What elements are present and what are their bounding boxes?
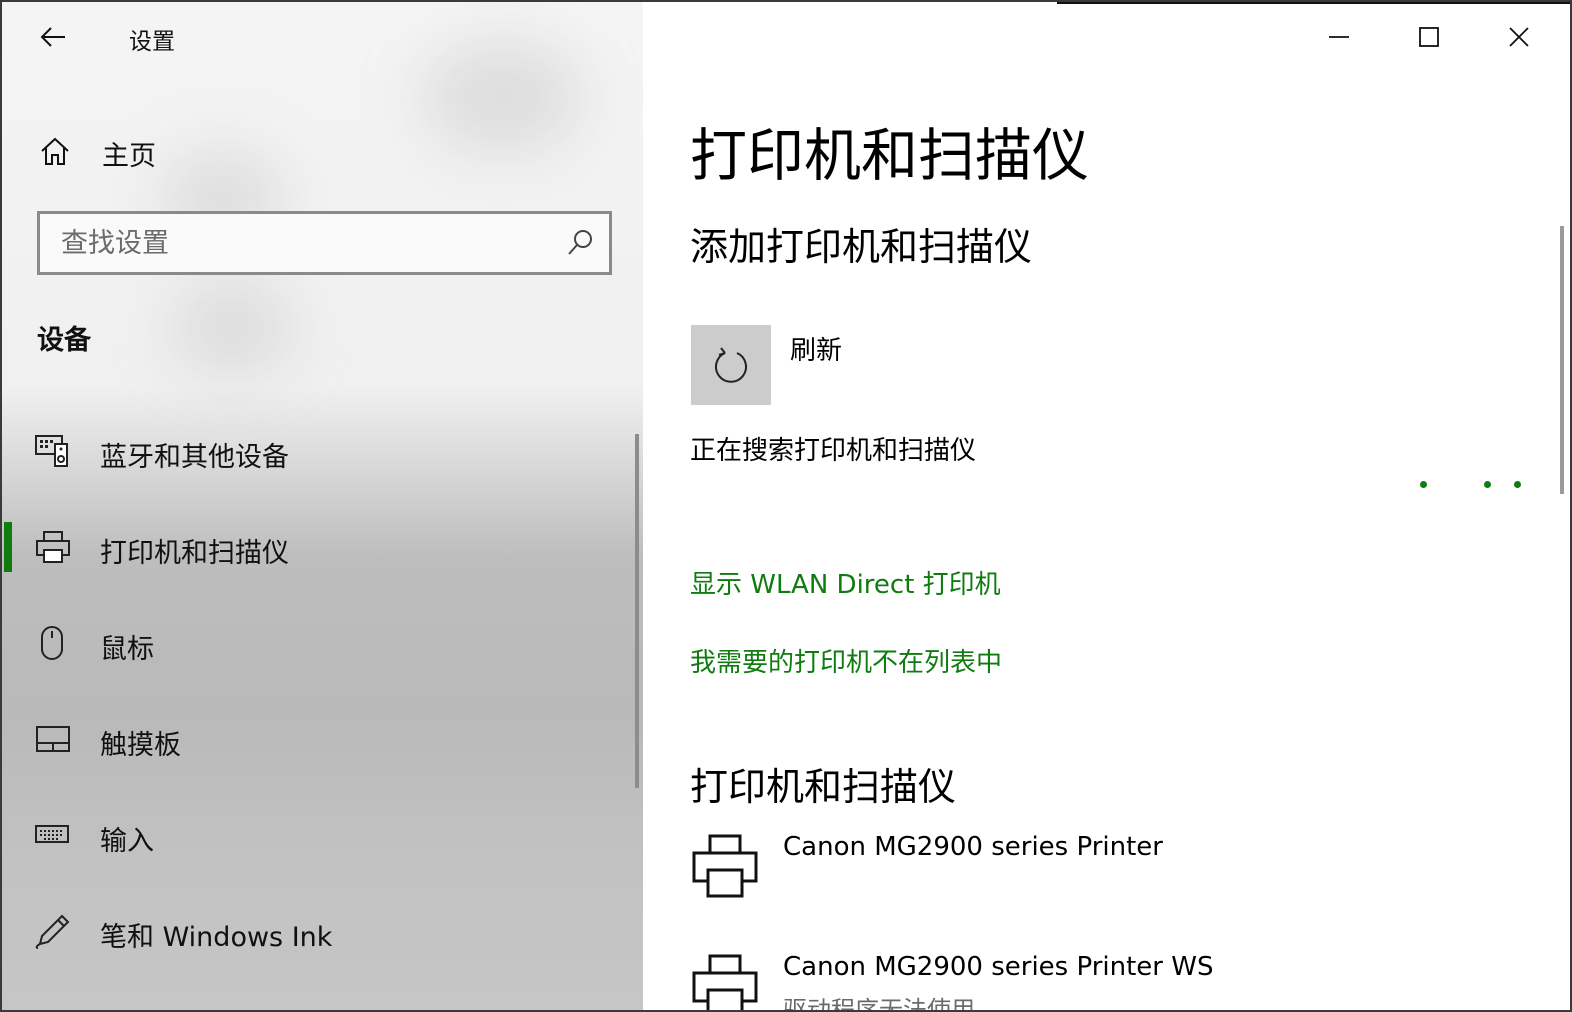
refresh-button[interactable] [691, 325, 771, 405]
printer-icon [692, 834, 758, 898]
search-icon[interactable] [565, 228, 595, 258]
printer-item[interactable]: Canon MG2900 series Printer WS 驱动程序无法使用 [690, 952, 1550, 1012]
refresh-icon [715, 347, 747, 383]
sidebar-item-label: 鼠标 [100, 634, 154, 665]
back-button[interactable] [28, 16, 78, 58]
progress-dot [1514, 481, 1521, 488]
close-icon [1509, 27, 1529, 47]
sidebar-scrollbar[interactable] [635, 434, 639, 788]
sidebar-item-printers[interactable]: 打印机和扫描仪 [2, 500, 643, 596]
minimize-button[interactable] [1294, 2, 1384, 72]
printer-icon [36, 531, 70, 563]
sidebar-item-label: 打印机和扫描仪 [100, 538, 289, 569]
app-title: 设置 [129, 29, 175, 55]
printer-item[interactable]: Canon MG2900 series Printer [690, 832, 1550, 932]
sidebar-item-label: 笔和 Windows Ink [100, 922, 333, 953]
page-title: 打印机和扫描仪 [690, 123, 1089, 189]
maximize-icon [1419, 27, 1439, 47]
printer-status: 驱动程序无法使用 [783, 996, 975, 1012]
sidebar-home-label: 主页 [102, 141, 156, 172]
searching-status: 正在搜索打印机和扫描仪 [690, 436, 977, 466]
maximize-button[interactable] [1384, 2, 1474, 72]
sidebar-item-label: 输入 [100, 826, 154, 857]
sidebar-item-bluetooth[interactable]: 蓝牙和其他设备 [2, 404, 643, 500]
sidebar-nav: 蓝牙和其他设备 打印机和扫描仪 鼠标 触摸板 输入 笔和 Windows Ink [2, 404, 643, 980]
sidebar-item-label: 蓝牙和其他设备 [100, 442, 289, 473]
home-icon [41, 137, 69, 165]
printer-not-listed-link[interactable]: 我需要的打印机不在列表中 [690, 642, 1002, 679]
printers-section-title: 打印机和扫描仪 [690, 765, 957, 809]
touchpad-icon [36, 726, 70, 752]
refresh-label[interactable]: 刷新 [790, 330, 842, 367]
close-button[interactable] [1474, 2, 1564, 72]
settings-window: 设置 主页 设备 [0, 0, 1572, 1012]
pen-icon [35, 914, 70, 949]
bluetooth-devices-icon [35, 435, 68, 467]
progress-dot [1484, 481, 1491, 488]
sidebar-item-input[interactable]: 输入 [2, 788, 643, 884]
search-input[interactable] [40, 214, 560, 272]
sidebar-item-home[interactable]: 主页 [2, 120, 643, 180]
window-top-edge [1057, 2, 1570, 4]
show-wlan-direct-link[interactable]: 显示 WLAN Direct 打印机 [690, 564, 1001, 601]
backdrop-blur [172, 282, 292, 372]
main-content: 打印机和扫描仪 添加打印机和扫描仪 刷新 正在搜索打印机和扫描仪 显示 WLAN… [643, 2, 1570, 1012]
section-label-devices: 设备 [37, 325, 91, 356]
minimize-icon [1329, 36, 1349, 38]
back-arrow-icon [40, 27, 65, 47]
sidebar: 设置 主页 设备 [2, 2, 643, 1010]
sidebar-item-pen[interactable]: 笔和 Windows Ink [2, 884, 643, 980]
progress-dot [1420, 481, 1427, 488]
progress-dots [1413, 478, 1533, 492]
add-section-title: 添加打印机和扫描仪 [690, 225, 1033, 269]
printer-name: Canon MG2900 series Printer [783, 832, 1163, 862]
sidebar-item-label: 触摸板 [100, 730, 181, 761]
printer-name: Canon MG2900 series Printer WS [783, 952, 1214, 982]
mouse-icon [41, 626, 63, 660]
sidebar-item-mouse[interactable]: 鼠标 [2, 596, 643, 692]
search-box[interactable] [37, 211, 612, 275]
main-scrollbar[interactable] [1560, 226, 1564, 494]
sidebar-item-touchpad[interactable]: 触摸板 [2, 692, 643, 788]
keyboard-icon [35, 825, 69, 843]
printer-icon [692, 954, 758, 1010]
